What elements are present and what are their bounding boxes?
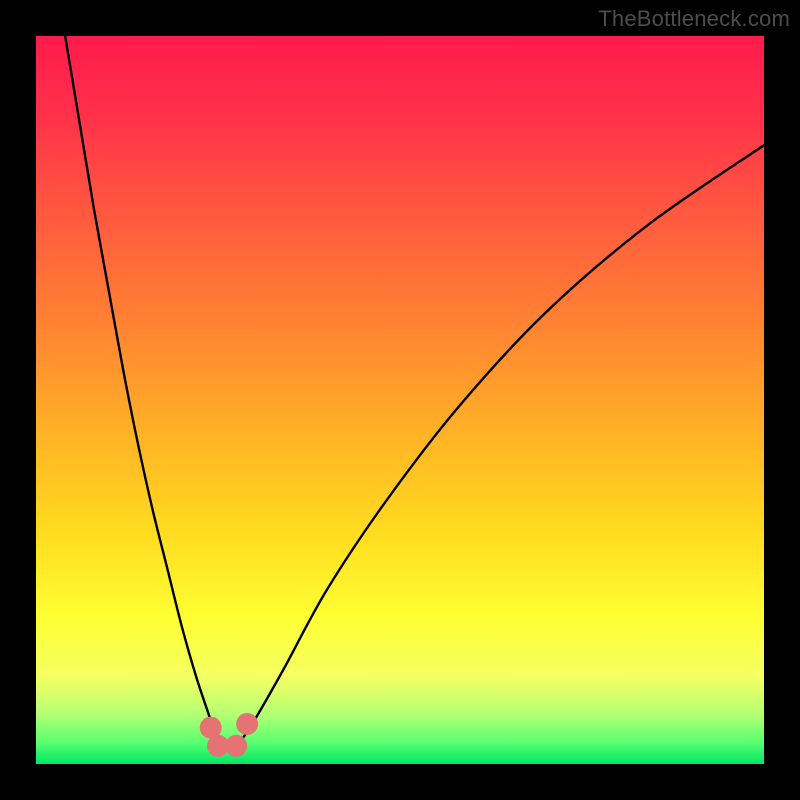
chart-background-gradient (36, 36, 764, 764)
watermark-text: TheBottleneck.com (598, 6, 790, 32)
chart-frame (36, 36, 764, 764)
